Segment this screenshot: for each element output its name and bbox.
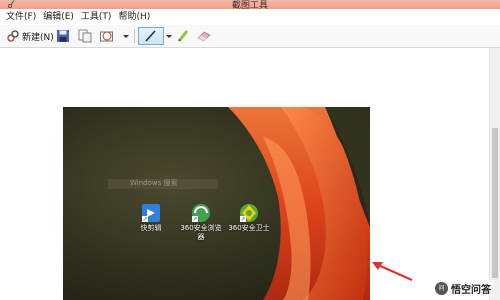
vertical-scrollbar[interactable]	[489, 48, 500, 300]
kuaijianji-icon	[141, 203, 161, 223]
desktop-search-bar: Windows 搜索	[108, 179, 218, 189]
highlighter-button[interactable]	[176, 27, 190, 45]
menu-tools[interactable]: 工具(T)	[81, 9, 112, 25]
desktop-icon[interactable]: 快剪辑	[129, 203, 173, 233]
menu-bar: 文件(F) 编辑(E) 工具(T) 帮助(H)	[0, 9, 500, 25]
toolbar-separator	[134, 29, 135, 43]
menu-help[interactable]: 帮助(H)	[118, 9, 150, 25]
new-snip-icon	[7, 30, 19, 42]
pen-icon	[145, 30, 156, 42]
watermark-text: 悟空问答	[451, 285, 491, 296]
menu-edit[interactable]: 编辑(E)	[43, 9, 74, 25]
pen-dropdown-button[interactable]	[165, 27, 173, 45]
menu-file[interactable]: 文件(F)	[6, 9, 36, 25]
chevron-down-icon	[123, 35, 129, 38]
desktop-icon[interactable]: 360安全卫士	[227, 203, 271, 233]
send-snip-button[interactable]	[99, 27, 115, 45]
floppy-icon	[57, 30, 69, 42]
desktop-icon-label: 快剪辑	[140, 224, 162, 232]
scrollbar-thumb[interactable]	[492, 128, 498, 278]
pen-button[interactable]	[138, 27, 164, 45]
eraser-button[interactable]	[196, 27, 212, 45]
highlighter-icon	[177, 30, 189, 42]
desktop-icon[interactable]: 360安全浏览器	[179, 203, 223, 242]
red-arrow-icon	[372, 262, 413, 282]
new-snip-button[interactable]: 新建(N)	[6, 27, 54, 45]
toolbar: 新建(N)	[0, 25, 500, 48]
wukong-logo-icon: 问	[435, 282, 448, 295]
send-mail-icon	[100, 31, 113, 42]
360-security-icon	[239, 203, 259, 223]
copy-button[interactable]	[78, 27, 92, 45]
copy-icon	[78, 29, 92, 43]
save-button[interactable]	[56, 27, 70, 45]
desktop-icon-label: 360安全浏览器	[180, 224, 222, 241]
title-bar: 截图工具	[0, 0, 500, 11]
watermark: 问 悟空问答	[432, 280, 494, 297]
send-dropdown-button[interactable]	[122, 27, 130, 45]
chevron-down-icon	[166, 35, 172, 38]
360-browser-icon	[191, 203, 211, 223]
eraser-icon	[197, 31, 211, 42]
captured-screenshot: Windows 搜索 快剪辑 360安全浏览器 360安全卫士	[63, 107, 370, 300]
new-snip-label: 新建(N)	[22, 32, 54, 43]
desktop-icon-label: 360安全卫士	[228, 224, 270, 232]
desktop-search-text: Windows 搜索	[130, 179, 178, 187]
